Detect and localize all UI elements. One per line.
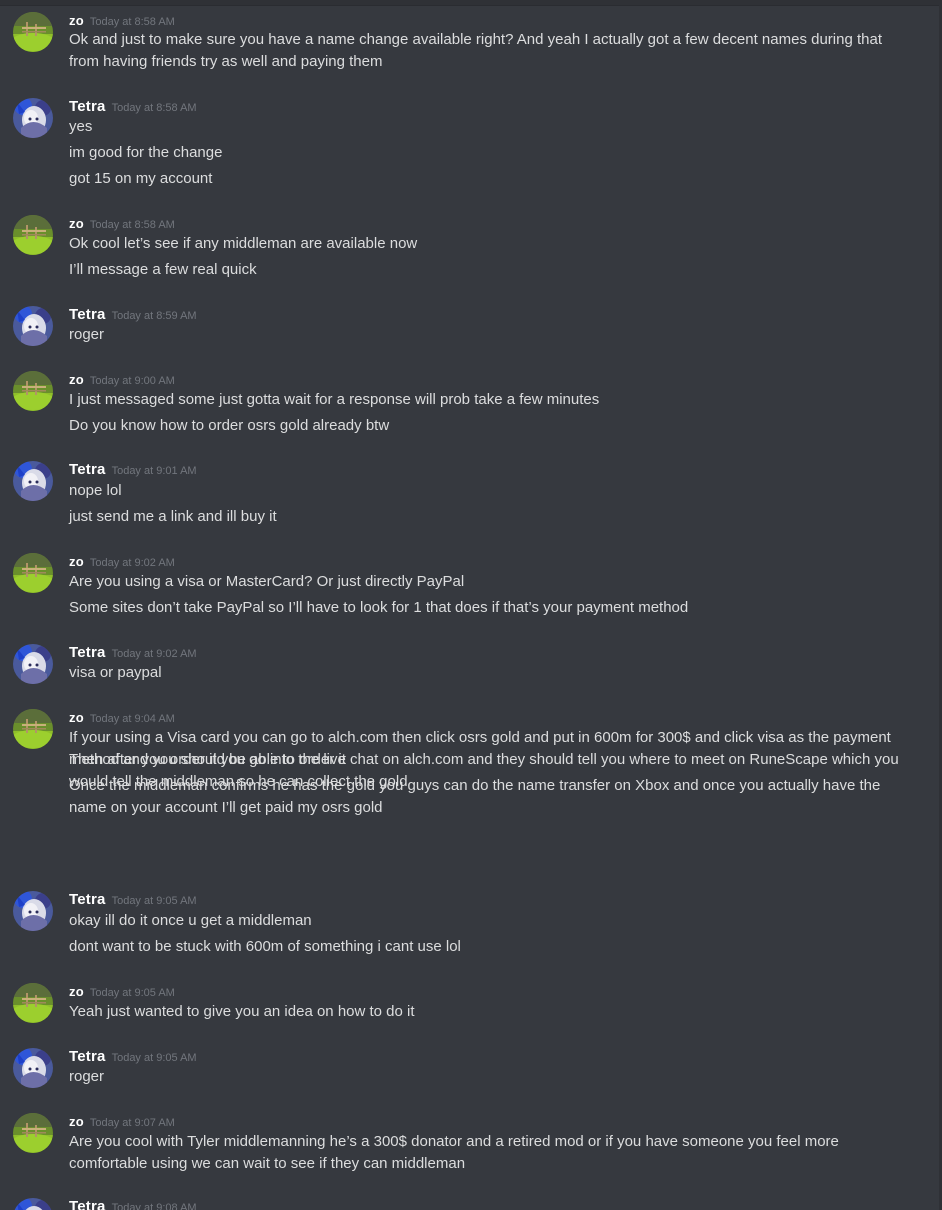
message-header: zo Today at 9:00 AM	[69, 371, 175, 391]
message-text: Yeah just wanted to give you an idea on …	[69, 1003, 415, 1020]
username[interactable]: zo	[69, 710, 84, 725]
message-text: Do you know how to order osrs gold alrea…	[69, 417, 390, 434]
message-header: Tetra Today at 9:08 AM	[69, 1198, 197, 1210]
message-text: Are you using a visa or MasterCard? Or j…	[69, 573, 465, 590]
message-header: zo Today at 9:04 AM	[69, 709, 175, 729]
timestamp: Today at 9:00 AM	[89, 375, 175, 387]
timestamp: Today at 9:04 AM	[89, 713, 175, 725]
zo-avatar[interactable]	[13, 215, 53, 255]
username[interactable]: Tetra	[69, 98, 106, 115]
message-header: zo Today at 9:02 AM	[69, 553, 175, 573]
username[interactable]: zo	[69, 216, 84, 231]
zo-avatar[interactable]	[13, 553, 53, 593]
timestamp: Today at 8:58 AM	[89, 219, 175, 231]
message-text: I’ll message a few real quick	[69, 261, 257, 278]
message-text: okay ill do it once u get a middleman	[69, 912, 312, 929]
username[interactable]: Tetra	[69, 891, 106, 908]
message-text: nope lol	[69, 482, 122, 499]
username[interactable]: zo	[69, 372, 84, 387]
zo-avatar[interactable]	[13, 12, 53, 52]
username[interactable]: Tetra	[69, 1048, 106, 1065]
username[interactable]: zo	[69, 554, 84, 569]
tetra-avatar[interactable]	[13, 306, 53, 346]
timestamp: Today at 8:59 AM	[111, 310, 197, 322]
message-text: Once the middleman confirms he has the g…	[69, 777, 881, 816]
timestamp: Today at 9:07 AM	[89, 1117, 175, 1129]
timestamp: Today at 8:58 AM	[111, 102, 197, 114]
message-header: zo Today at 9:07 AM	[69, 1113, 175, 1133]
message-header: Tetra Today at 9:01 AM	[69, 461, 197, 481]
message-text: yes	[69, 118, 93, 135]
message-text: roger	[69, 326, 105, 343]
tetra-avatar[interactable]	[13, 98, 53, 138]
message-header: Tetra Today at 8:58 AM	[69, 98, 197, 118]
message-header: zo Today at 9:05 AM	[69, 983, 175, 1003]
message-text: Ok and just to make sure you have a name…	[69, 31, 883, 70]
tetra-avatar[interactable]	[13, 461, 53, 501]
timestamp: Today at 9:05 AM	[111, 895, 197, 907]
zo-avatar[interactable]	[13, 709, 53, 749]
message-text: Ok cool let’s see if any middleman are a…	[69, 235, 418, 252]
timestamp: Today at 9:02 AM	[89, 557, 175, 569]
timestamp: Today at 9:01 AM	[111, 465, 197, 477]
message-text: Are you cool with Tyler middlemanning he…	[69, 1133, 839, 1172]
username[interactable]: Tetra	[69, 461, 106, 478]
zo-avatar[interactable]	[13, 1113, 53, 1153]
zo-avatar[interactable]	[13, 371, 53, 411]
tetra-avatar[interactable]	[13, 1198, 53, 1210]
timestamp: Today at 9:02 AM	[111, 648, 197, 660]
timestamp: Today at 9:08 AM	[111, 1202, 197, 1210]
message-text: roger	[69, 1068, 105, 1085]
username[interactable]: zo	[69, 13, 84, 28]
tetra-avatar[interactable]	[13, 1048, 53, 1088]
message-header: Tetra Today at 8:59 AM	[69, 306, 197, 326]
timestamp: Today at 9:05 AM	[89, 987, 175, 999]
message-header: Tetra Today at 9:05 AM	[69, 1048, 197, 1068]
message-text: im good for the change	[69, 144, 223, 161]
window-top-edge	[0, 0, 942, 6]
message-text: got 15 on my account	[69, 170, 213, 187]
message-text: Some sites don’t take PayPal so I’ll hav…	[69, 599, 689, 616]
username[interactable]: Tetra	[69, 1198, 106, 1210]
tetra-avatar[interactable]	[13, 644, 53, 684]
tetra-avatar[interactable]	[13, 891, 53, 931]
message-text: dont want to be stuck with 600m of somet…	[69, 938, 461, 955]
message-text: I just messaged some just gotta wait for…	[69, 391, 600, 408]
timestamp: Today at 8:58 AM	[89, 16, 175, 28]
username[interactable]: Tetra	[69, 644, 106, 661]
message-text: just send me a link and ill buy it	[69, 508, 277, 525]
username[interactable]: zo	[69, 984, 84, 999]
zo-avatar[interactable]	[13, 983, 53, 1023]
message-text: visa or paypal	[69, 664, 162, 681]
username[interactable]: zo	[69, 1114, 84, 1129]
timestamp: Today at 9:05 AM	[111, 1052, 197, 1064]
message-header: Tetra Today at 9:02 AM	[69, 644, 197, 664]
username[interactable]: Tetra	[69, 306, 106, 323]
message-header: zo Today at 8:58 AM	[69, 215, 175, 235]
message-header: Tetra Today at 9:05 AM	[69, 891, 197, 911]
